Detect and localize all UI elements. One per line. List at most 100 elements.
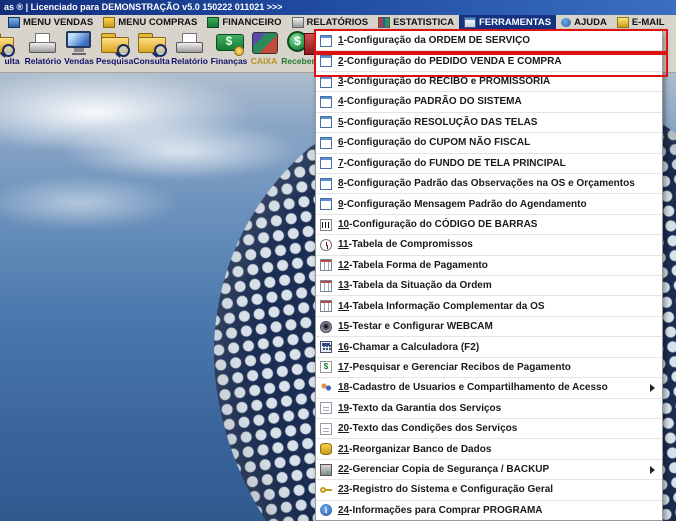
menubar-label: MENU VENDAS — [23, 16, 94, 28]
menubar-item-menu-vendas[interactable]: MENU VENDAS — [3, 15, 98, 29]
menu-item-recibos-pagamento[interactable]: 17-Pesquisar e Gerenciar Recibos de Paga… — [316, 357, 662, 379]
menu-item-number: 20 — [338, 423, 350, 435]
menu-bar: MENU VENDAS MENU COMPRAS FINANCEIRO RELA… — [0, 15, 676, 29]
menubar-item-email[interactable]: E-MAIL — [612, 15, 670, 29]
window-title: as ® | Licenciado para DEMONSTRAÇÃO v5.0… — [4, 2, 283, 12]
menu-item-number: 11 — [338, 239, 349, 251]
toolbar-button-vendas[interactable]: Vendas — [62, 30, 96, 71]
menu-item-config-recibo-promissoria[interactable]: 3 -Configuração do RECIBO e PROMISSÓRIA — [316, 71, 662, 93]
menubar-item-menu-compras[interactable]: MENU COMPRAS — [98, 15, 202, 29]
folder-search-icon — [0, 31, 16, 57]
toolbar-button-relatorio[interactable]: Relatório — [24, 30, 62, 71]
toolbar-label: Relatório — [24, 56, 62, 66]
toolbar-label: CAIXA — [250, 56, 278, 66]
tools-icon — [463, 16, 476, 28]
toolbar-button-relatorio-2[interactable]: Relatório — [170, 30, 209, 71]
menubar-label: FINANCEIRO — [222, 16, 282, 28]
menu-item-label: -Configuração Padrão das Observações na … — [343, 178, 635, 190]
clock-icon — [320, 238, 332, 251]
table-icon — [320, 300, 332, 313]
menu-item-config-fundo-tela[interactable]: 7 -Configuração do FUNDO DE TELA PRINCIPA… — [316, 153, 662, 174]
menu-item-texto-garantia[interactable]: 19 -Texto da Garantia dos Serviços — [316, 398, 662, 420]
menubar-item-ajuda[interactable]: AJUDA — [556, 15, 612, 29]
menubar-label: MENU COMPRAS — [118, 16, 198, 28]
menu-item-number: 10 — [338, 219, 350, 230]
form-icon — [320, 116, 332, 129]
printer-icon — [291, 16, 304, 28]
menubar-item-financeiro[interactable]: FINANCEIRO — [202, 15, 286, 29]
toolbar-label: Consulta — [133, 56, 170, 66]
menu-item-texto-condicoes[interactable]: 20 -Texto das Condições dos Serviços — [316, 419, 662, 440]
menu-item-label: -Configuração RESOLUÇÃO DAS TELAS — [343, 116, 538, 128]
menu-item-number: 22 — [338, 464, 350, 476]
menu-item-number: 18 — [338, 382, 350, 394]
menu-item-label: -Pesquisar e Gerenciar Recibos de Pagame… — [349, 361, 571, 373]
toolbar-button-caixa[interactable]: CAIXA — [248, 30, 280, 71]
application-window: as ® | Licenciado para DEMONSTRAÇÃO v5.0… — [0, 0, 676, 521]
menu-item-tabela-situacao-ordem[interactable]: 13 -Tabela da Situação da Ordem — [316, 276, 662, 297]
menu-item-label: -Configuração PADRÃO DO SISTEMA — [343, 96, 522, 108]
menu-item-label: -Configuração do RECIBO e PROMISSÓRIA — [343, 76, 551, 88]
menu-item-config-cupom-nao-fiscal[interactable]: 6 -Configuração do CUPOM NÃO FISCAL — [316, 133, 662, 154]
monitor-icon — [8, 16, 20, 28]
menu-item-label: -Tabela de Compromissos — [348, 239, 473, 251]
magnifier-icon — [2, 44, 15, 57]
form-icon — [320, 34, 332, 47]
users-icon — [320, 381, 332, 394]
menu-item-config-observacoes-os[interactable]: 8 -Configuração Padrão das Observações na… — [316, 173, 662, 195]
folder-search-icon — [136, 31, 168, 57]
menubar-label: E-MAIL — [631, 16, 665, 28]
menubar-item-relatorios[interactable]: RELATÓRIOS — [287, 15, 374, 29]
menubar-label: AJUDA — [574, 16, 607, 28]
toolbar-button-consulta-partial[interactable]: ulta — [0, 30, 24, 71]
form-icon — [320, 198, 332, 211]
menu-item-testar-webcam[interactable]: 15 -Testar e Configurar WEBCAM — [316, 316, 662, 338]
menu-item-label: -Reorganizar Banco de Dados — [349, 443, 492, 455]
menu-item-tabela-compromissos[interactable]: 11 -Tabela de Compromissos — [316, 235, 662, 256]
menu-item-informacoes-comprar[interactable]: 24-Informações para Comprar PROGRAMA — [316, 500, 662, 521]
toolbar-button-consulta[interactable]: Consulta — [133, 30, 170, 71]
menu-item-config-pedido-venda-compra[interactable]: 2 -Configuração do PEDIDO VENDA E COMPRA — [316, 51, 662, 72]
menu-item-config-ordem-servico[interactable]: 1 -Configuração da ORDEM DE SERVIÇO — [316, 31, 662, 52]
menu-item-label: -Cadastro de Usuarios e Compartilhamento… — [349, 382, 608, 394]
menu-item-label: -Tabela da Situação da Ordem — [349, 280, 492, 292]
menu-item-number: 14 — [338, 300, 350, 312]
menu-item-tabela-info-complementar[interactable]: 14 -Tabela Informação Complementar da OS — [316, 296, 662, 317]
toolbar-button-pesquisa[interactable]: Pesquisa — [96, 30, 133, 71]
table-icon — [320, 259, 332, 272]
menu-item-label: -Registro do Sistema e Configuração Gera… — [349, 484, 554, 496]
document-icon — [320, 402, 332, 415]
menu-item-config-codigo-barras[interactable]: 10 -Configuração do CÓDIGO DE BARRAS — [316, 214, 662, 236]
menu-item-registro-sistema[interactable]: 23 -Registro do Sistema e Configuração Ge… — [316, 480, 662, 501]
menu-item-label: -Gerenciar Copia de Segurança / BACKUP — [349, 464, 550, 476]
menu-item-label: -Tabela Forma de Pagamento — [349, 259, 488, 271]
menu-item-label: -Chamar a Calculadora (F2) — [349, 341, 480, 353]
menu-item-config-mensagem-agendamento[interactable]: 9 -Configuração Mensagem Padrão do Agenda… — [316, 194, 662, 215]
menu-item-number: 13 — [338, 280, 350, 292]
menu-item-label: -Testar e Configurar WEBCAM — [349, 321, 493, 333]
toolbar-label: Vendas — [64, 56, 94, 66]
menu-item-reorganizar-banco-dados[interactable]: 21 -Reorganizar Banco de Dados — [316, 439, 662, 460]
menu-item-calculadora[interactable]: 16 -Chamar a Calculadora (F2) — [316, 337, 662, 358]
menu-item-label: -Configuração da ORDEM DE SERVIÇO — [343, 35, 531, 47]
toolbar-button-financas[interactable]: Finanças — [210, 30, 248, 71]
menu-item-config-padrao-sistema[interactable]: 4 -Configuração PADRÃO DO SISTEMA — [316, 92, 662, 113]
submenu-arrow-icon — [650, 383, 655, 392]
menu-item-number: 23 — [338, 484, 350, 496]
menubar-label: FERRAMENTAS — [478, 16, 552, 28]
menu-item-label: -Configuração do FUNDO DE TELA PRINCIPAL — [343, 157, 566, 169]
menu-item-label: -Tabela Informação Complementar da OS — [349, 300, 545, 312]
menubar-item-estatistica[interactable]: ESTATISTICA — [373, 15, 459, 29]
printer-icon — [174, 31, 206, 56]
menu-item-cadastro-usuarios[interactable]: 18 -Cadastro de Usuarios e Compartilhamen… — [316, 378, 662, 399]
toolbar-label: Finanças — [210, 56, 248, 66]
receipt-icon — [320, 361, 332, 374]
menu-item-tabela-forma-pagamento[interactable]: 12 -Tabela Forma de Pagamento — [316, 255, 662, 277]
info-icon — [320, 504, 332, 517]
database-icon — [320, 443, 332, 456]
menu-item-backup[interactable]: 22 -Gerenciar Copia de Segurança / BACKUP — [316, 459, 662, 481]
menubar-item-ferramentas[interactable]: FERRAMENTAS — [458, 15, 557, 29]
barcode-icon — [320, 218, 332, 231]
menu-item-config-resolucao-telas[interactable]: 5 -Configuração RESOLUÇÃO DAS TELAS — [316, 112, 662, 134]
menu-item-number: 21 — [338, 443, 350, 455]
